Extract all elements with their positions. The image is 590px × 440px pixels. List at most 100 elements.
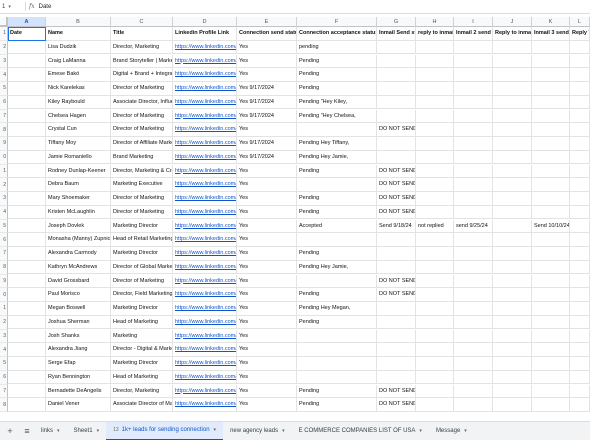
table-cell[interactable] bbox=[377, 137, 416, 151]
table-cell[interactable] bbox=[297, 329, 377, 344]
table-cell[interactable] bbox=[532, 164, 570, 179]
table-cell[interactable] bbox=[532, 95, 570, 110]
table-cell[interactable]: Crystal Cun bbox=[46, 123, 111, 137]
table-cell[interactable]: Yes bbox=[237, 164, 297, 179]
table-cell[interactable] bbox=[532, 109, 570, 124]
row-header[interactable]: 7 bbox=[0, 384, 8, 399]
table-cell[interactable]: Pending bbox=[297, 398, 377, 412]
table-cell[interactable] bbox=[454, 274, 493, 289]
column-header-f[interactable]: F bbox=[297, 17, 377, 27]
column-header-i[interactable]: I bbox=[454, 17, 493, 27]
row-header[interactable]: 1 bbox=[0, 164, 8, 179]
table-cell[interactable] bbox=[570, 109, 590, 124]
table-cell[interactable] bbox=[493, 137, 532, 151]
table-cell[interactable] bbox=[454, 329, 493, 344]
table-cell[interactable] bbox=[454, 150, 493, 165]
header-cell[interactable]: Inmail Send sta bbox=[377, 27, 416, 41]
table-cell[interactable] bbox=[570, 343, 590, 357]
table-cell[interactable] bbox=[532, 329, 570, 344]
table-cell[interactable]: DO NOT SEND bbox=[377, 274, 416, 289]
table-cell[interactable]: Marketing Director bbox=[111, 247, 173, 261]
table-cell[interactable] bbox=[377, 370, 416, 385]
table-cell[interactable] bbox=[454, 178, 493, 192]
table-cell[interactable] bbox=[454, 164, 493, 179]
table-cell[interactable]: Yes bbox=[237, 384, 297, 399]
table-cell[interactable]: send 9/25/24 bbox=[454, 219, 493, 234]
header-cell[interactable]: Inmail 2 send s bbox=[454, 27, 493, 41]
table-cell[interactable] bbox=[570, 329, 590, 344]
table-cell[interactable]: https://www.linkedin.com/in bbox=[173, 137, 237, 151]
row-header[interactable]: 2 bbox=[0, 178, 8, 192]
table-cell[interactable] bbox=[570, 192, 590, 206]
table-cell[interactable]: https://www.linkedin.com/in bbox=[173, 302, 237, 316]
table-cell[interactable] bbox=[297, 343, 377, 357]
table-cell[interactable] bbox=[454, 40, 493, 55]
row-header[interactable]: 2 bbox=[0, 40, 8, 55]
table-cell[interactable] bbox=[570, 357, 590, 371]
table-cell[interactable]: Yes bbox=[237, 123, 297, 137]
table-cell[interactable]: Pending bbox=[297, 164, 377, 179]
table-cell[interactable] bbox=[570, 370, 590, 385]
table-cell[interactable] bbox=[377, 302, 416, 316]
table-cell[interactable] bbox=[416, 357, 454, 371]
table-cell[interactable]: Joshua Sherman bbox=[46, 315, 111, 330]
table-cell[interactable]: Pending bbox=[297, 247, 377, 261]
table-cell[interactable] bbox=[454, 370, 493, 385]
table-cell[interactable]: Director - Digital & Marketin bbox=[111, 343, 173, 357]
table-cell[interactable] bbox=[532, 54, 570, 69]
sheet-tab[interactable]: 13 1k+ leads for sending connection ▾ bbox=[106, 421, 224, 440]
table-cell[interactable] bbox=[570, 40, 590, 55]
chevron-down-icon[interactable]: ▾ bbox=[282, 428, 285, 434]
formula-input[interactable]: Date bbox=[39, 4, 52, 10]
table-cell[interactable] bbox=[532, 123, 570, 137]
table-cell[interactable]: DO NOT SEND bbox=[377, 384, 416, 399]
table-cell[interactable] bbox=[532, 205, 570, 220]
table-cell[interactable]: Yes 9/17/2024 bbox=[237, 137, 297, 151]
table-cell[interactable]: Paul Morisco bbox=[46, 288, 111, 302]
table-cell[interactable] bbox=[297, 178, 377, 192]
sheet-tab[interactable]: links ▾ bbox=[34, 422, 67, 440]
table-cell[interactable]: Yes bbox=[237, 398, 297, 412]
select-all-corner[interactable] bbox=[0, 17, 8, 27]
name-box[interactable]: 1 ▾ bbox=[0, 4, 22, 10]
table-cell[interactable] bbox=[416, 109, 454, 124]
table-cell[interactable] bbox=[532, 357, 570, 371]
table-cell[interactable]: Marketing bbox=[111, 329, 173, 344]
table-cell[interactable]: Digital + Brand + Integrated bbox=[111, 68, 173, 82]
table-cell[interactable] bbox=[416, 247, 454, 261]
column-header-e[interactable]: E bbox=[237, 17, 297, 27]
table-cell[interactable] bbox=[570, 247, 590, 261]
table-cell[interactable] bbox=[493, 233, 532, 247]
table-cell[interactable] bbox=[493, 384, 532, 399]
table-cell[interactable]: https://www.linkedin.com/in bbox=[173, 205, 237, 220]
chevron-down-icon[interactable]: ▾ bbox=[464, 428, 467, 434]
table-cell[interactable]: Yes bbox=[237, 274, 297, 289]
table-cell[interactable] bbox=[493, 357, 532, 371]
table-cell[interactable] bbox=[416, 123, 454, 137]
column-header-g[interactable]: G bbox=[377, 17, 416, 27]
table-cell[interactable] bbox=[416, 82, 454, 96]
table-cell[interactable] bbox=[454, 247, 493, 261]
table-cell[interactable] bbox=[493, 329, 532, 344]
table-cell[interactable]: Nick Karelekas bbox=[46, 82, 111, 96]
table-cell[interactable] bbox=[8, 219, 46, 234]
table-cell[interactable] bbox=[297, 274, 377, 289]
header-cell[interactable]: Connection acceptance status bbox=[297, 27, 377, 41]
header-cell[interactable]: Date bbox=[8, 27, 46, 41]
table-cell[interactable]: Pending "Hey Kiley, bbox=[297, 95, 377, 110]
table-cell[interactable] bbox=[377, 329, 416, 344]
row-header[interactable]: 8 bbox=[0, 123, 8, 137]
table-cell[interactable] bbox=[416, 40, 454, 55]
add-sheet-icon[interactable]: + bbox=[3, 424, 17, 438]
table-cell[interactable]: Pending Hey Tiffany, bbox=[297, 137, 377, 151]
table-cell[interactable] bbox=[377, 40, 416, 55]
table-cell[interactable]: https://www.linkedin.com/in bbox=[173, 178, 237, 192]
table-cell[interactable] bbox=[8, 109, 46, 124]
header-cell[interactable]: Reply T bbox=[570, 27, 590, 41]
table-cell[interactable] bbox=[532, 247, 570, 261]
table-cell[interactable] bbox=[454, 68, 493, 82]
table-cell[interactable]: Rodney Dunlap-Keener bbox=[46, 164, 111, 179]
table-cell[interactable]: Alexandra Carmody bbox=[46, 247, 111, 261]
table-cell[interactable]: Yes bbox=[237, 178, 297, 192]
table-cell[interactable] bbox=[493, 123, 532, 137]
